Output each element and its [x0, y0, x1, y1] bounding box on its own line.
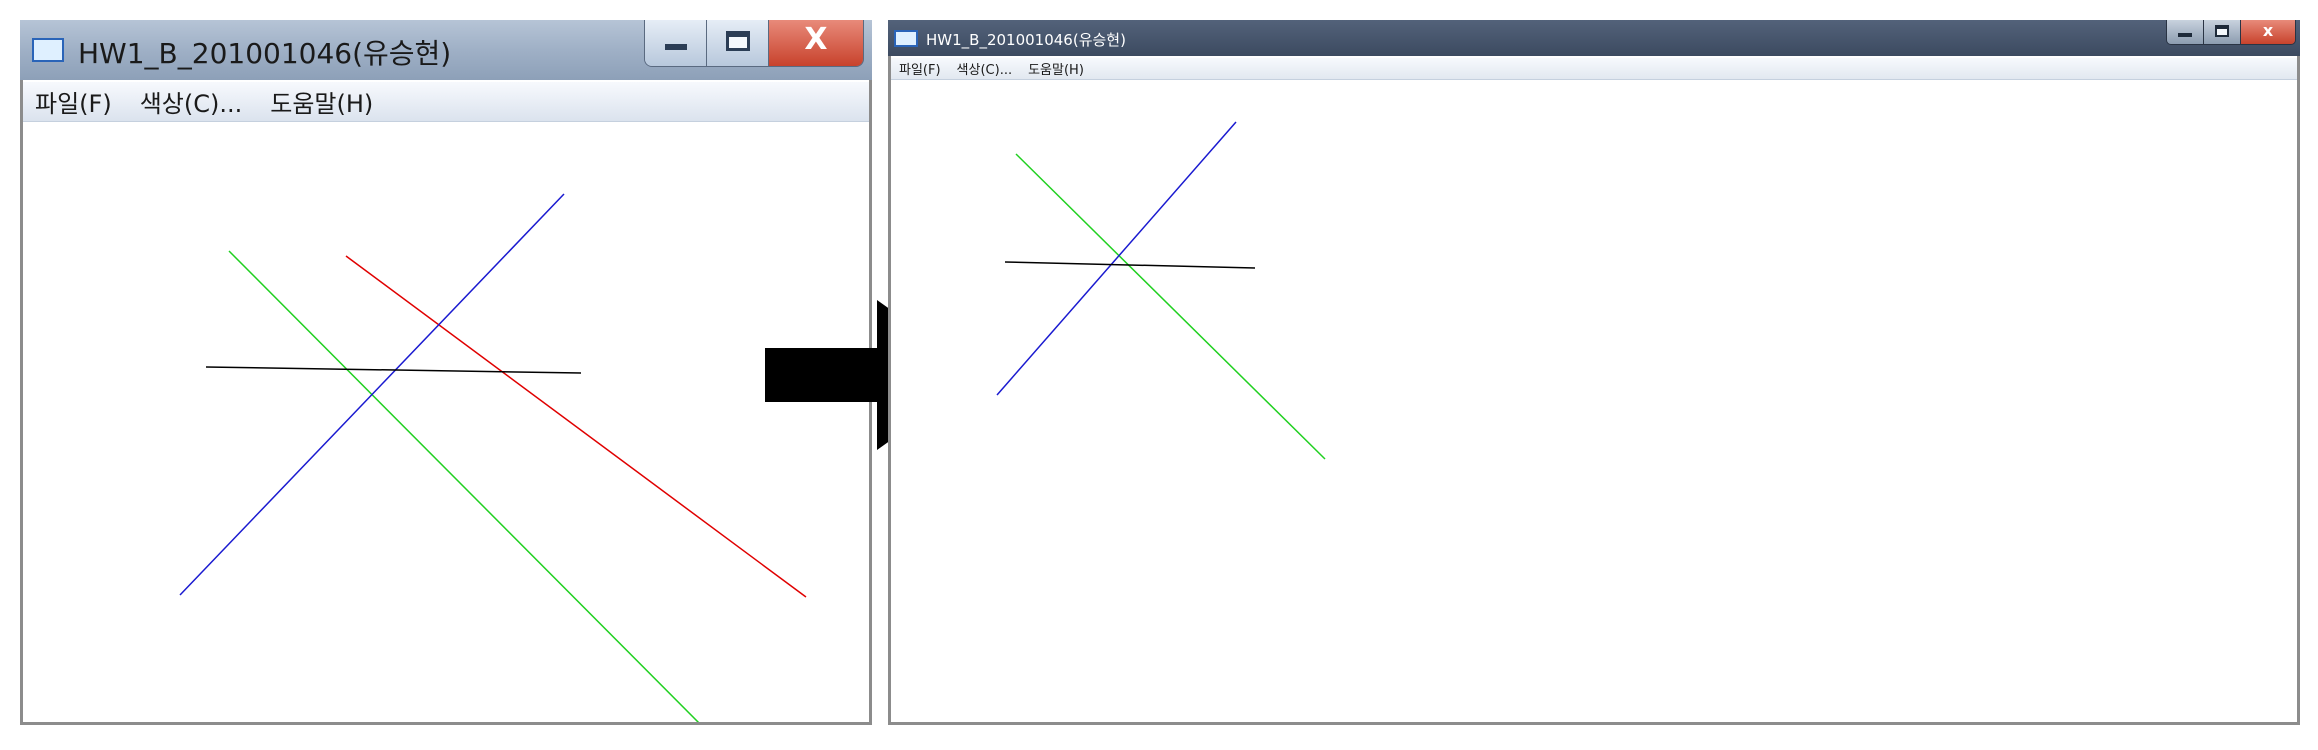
menu-bar: 파일(F) 색상(C)... 도움말(H): [23, 82, 869, 122]
menu-color[interactable]: 색상(C)...: [140, 84, 243, 119]
menu-file[interactable]: 파일(F): [899, 59, 941, 78]
blue-line: [179, 193, 565, 596]
menu-help[interactable]: 도움말(H): [270, 84, 373, 119]
minimize-button[interactable]: [645, 20, 707, 66]
window-title: HW1_B_201001046(유승현): [78, 37, 452, 70]
title-bar[interactable]: HW1_B_201001046(유승현) X: [20, 20, 872, 80]
drawing-svg: [179, 193, 807, 730]
close-icon: x: [2262, 21, 2274, 40]
menu-help[interactable]: 도움말(H): [1028, 59, 1084, 78]
close-button[interactable]: X: [769, 20, 863, 66]
maximize-button[interactable]: [2204, 20, 2241, 44]
minimize-button[interactable]: [2167, 20, 2204, 44]
green-line: [228, 250, 706, 730]
menu-bar: 파일(F) 색상(C)... 도움말(H): [891, 58, 2297, 80]
title-bar[interactable]: HW1_B_201001046(유승현) x: [888, 20, 2300, 56]
window-controls: x: [2166, 20, 2296, 45]
minimize-icon: [665, 44, 687, 50]
drawing-svg: [996, 121, 1326, 460]
close-icon: X: [804, 22, 828, 57]
window-after: HW1_B_201001046(유승현) x 파일(F) 색상(C)... 도움…: [888, 20, 2300, 725]
menu-color[interactable]: 색상(C)...: [957, 59, 1013, 78]
menu-file[interactable]: 파일(F): [35, 84, 112, 119]
window-controls: X: [644, 20, 864, 67]
close-button[interactable]: x: [2241, 20, 2295, 44]
drawing-canvas[interactable]: [23, 123, 869, 730]
maximize-icon: [2215, 25, 2229, 37]
maximize-icon: [726, 31, 750, 51]
red-line: [345, 255, 807, 598]
window-title: HW1_B_201001046(유승현): [926, 31, 1126, 49]
minimize-icon: [2178, 33, 2192, 37]
drawing-canvas[interactable]: [891, 81, 2297, 722]
blue-line: [996, 121, 1237, 396]
green-line: [1015, 153, 1326, 460]
app-icon: [894, 30, 918, 47]
maximize-button[interactable]: [707, 20, 769, 66]
app-icon: [32, 38, 64, 62]
window-before: HW1_B_201001046(유승현) X 파일(F) 색상(C)... 도움…: [20, 20, 872, 730]
